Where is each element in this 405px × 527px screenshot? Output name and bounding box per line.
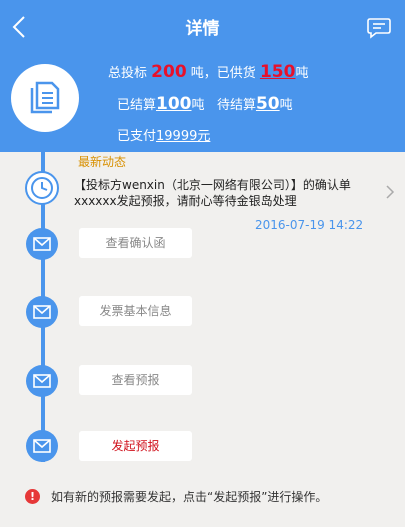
settled-value: 100 bbox=[156, 94, 192, 114]
page-title: 详情 bbox=[185, 19, 220, 39]
latest-message[interactable]: 【投标方wenxin（北京一网络有限公司）】的确认单xxxxxx发起预报，请耐心… bbox=[74, 177, 379, 209]
unit-label: 吨 bbox=[191, 98, 205, 113]
notice-text: 如有新的预报需要发起，点击“发起预报”进行操作。 bbox=[51, 490, 328, 504]
alert-icon: ! bbox=[25, 489, 40, 504]
view-confirmation-button[interactable]: 查看确认函 bbox=[79, 228, 192, 258]
document-avatar bbox=[11, 64, 79, 132]
unit-label: 吨 bbox=[295, 66, 309, 81]
pending-label: 待结算 bbox=[216, 98, 256, 113]
stat-row-settle: 已结算100吨 待结算50吨 bbox=[117, 94, 293, 114]
supplied-value: 150 bbox=[259, 62, 296, 82]
mail-icon bbox=[26, 228, 58, 260]
latest-label: 最新动态 bbox=[78, 155, 127, 169]
stat-row-paid: 已支付19999元 bbox=[117, 125, 210, 144]
unit-label: 吨 bbox=[279, 98, 293, 113]
view-forecast-button[interactable]: 查看预报 bbox=[79, 365, 192, 395]
invoice-info-button[interactable]: 发票基本信息 bbox=[79, 296, 192, 326]
latest-date: 2016-07-19 14:22 bbox=[255, 218, 364, 232]
stat-row-bid: 总投标 200 吨，已供货 150吨 bbox=[108, 62, 308, 82]
header: 详情 总投标 200 吨，已供货 150吨 已结算100吨 待结算50吨 已支付… bbox=[0, 0, 405, 152]
mail-icon bbox=[26, 296, 58, 328]
clock-icon bbox=[25, 171, 59, 205]
chat-icon[interactable] bbox=[367, 17, 391, 39]
paid-value: 19999元 bbox=[156, 129, 211, 144]
unit-label: 吨，已供货 bbox=[190, 66, 256, 81]
start-forecast-button[interactable]: 发起预报 bbox=[79, 431, 192, 461]
total-bid-label: 总投标 bbox=[108, 66, 148, 81]
settled-label: 已结算 bbox=[117, 98, 157, 113]
paid-label: 已支付 bbox=[117, 129, 157, 144]
mail-icon bbox=[26, 430, 58, 462]
mail-icon bbox=[26, 365, 58, 397]
document-icon bbox=[30, 81, 60, 114]
total-bid-value: 200 bbox=[151, 62, 187, 82]
pending-value: 50 bbox=[255, 94, 280, 114]
chevron-right-icon[interactable] bbox=[385, 184, 395, 204]
